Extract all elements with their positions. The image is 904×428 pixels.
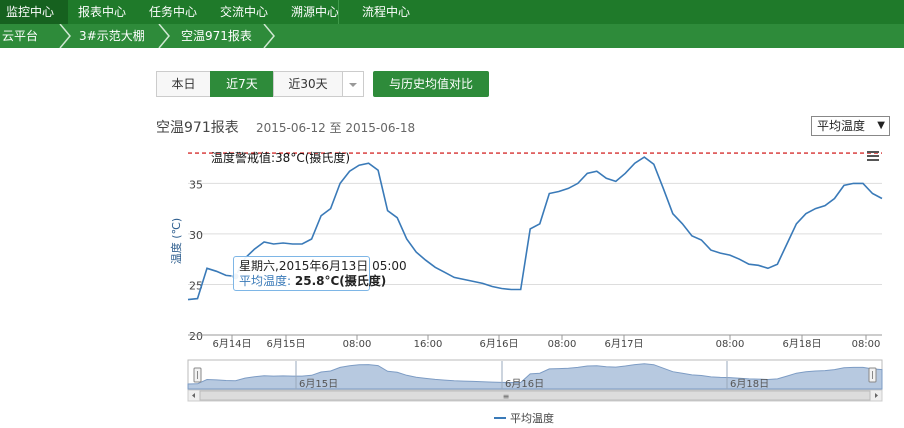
tooltip-series-label: 平均温度 <box>239 274 288 288</box>
legend-label: 平均温度 <box>510 411 554 425</box>
navigator-scrollbar[interactable]: ≡ <box>187 389 883 402</box>
navigator-label: 6月18日 <box>730 378 769 390</box>
legend-item-avg-temp[interactable]: 平均温度 <box>494 411 554 425</box>
y-axis-ticks: 20253035 <box>189 178 203 343</box>
y-tick-label: 30 <box>189 229 203 242</box>
x-tick-label: 6月14日 <box>212 338 251 350</box>
x-tick-label: 08:00 <box>852 339 881 350</box>
x-tick-label: 16:00 <box>414 339 443 350</box>
x-tick-label: 6月16日 <box>479 338 518 350</box>
tooltip-value: 25.8°C(摄氏度) <box>294 274 387 288</box>
x-tick-label: 08:00 <box>716 339 745 350</box>
navigator-handle-right[interactable] <box>868 367 877 383</box>
x-tick-label: 08:00 <box>548 339 577 350</box>
chart-tooltip: 星期六,2015年6月13日 05:00 平均温度: 25.8°C(摄氏度) <box>233 256 407 291</box>
x-axis-ticks: 6月14日 6月15日 08:00 16:00 6月16日 08:00 6月17日 08:00… <box>212 335 880 350</box>
navigator-label: 6月16日 <box>505 378 544 390</box>
navigator-label: 6月15日 <box>299 378 338 390</box>
chart-menu-icon[interactable] <box>867 151 879 161</box>
tooltip-body: 平均温度: 25.8°C(摄氏度) <box>239 274 387 288</box>
x-tick-label: 6月17日 <box>604 338 643 350</box>
navigator-handle-left[interactable] <box>193 367 202 383</box>
warning-plot-line-label: 温度警戒值:38°C(摄氏度) <box>211 150 350 165</box>
temperature-chart: 20253035 温度 (℃) 温度警戒值:38°C(摄氏度) 6月14日 6月1… <box>169 150 883 425</box>
svg-text:≡: ≡ <box>503 392 510 401</box>
y-axis-label: 温度 (℃) <box>169 218 183 264</box>
y-tick-label: 35 <box>189 178 203 191</box>
tooltip-header: 星期六,2015年6月13日 05:00 <box>239 259 407 273</box>
x-tick-label: 08:00 <box>343 339 372 350</box>
x-tick-label: 6月18日 <box>782 338 821 350</box>
y-tick-label: 20 <box>189 330 203 343</box>
x-tick-label: 6月15日 <box>266 338 305 350</box>
